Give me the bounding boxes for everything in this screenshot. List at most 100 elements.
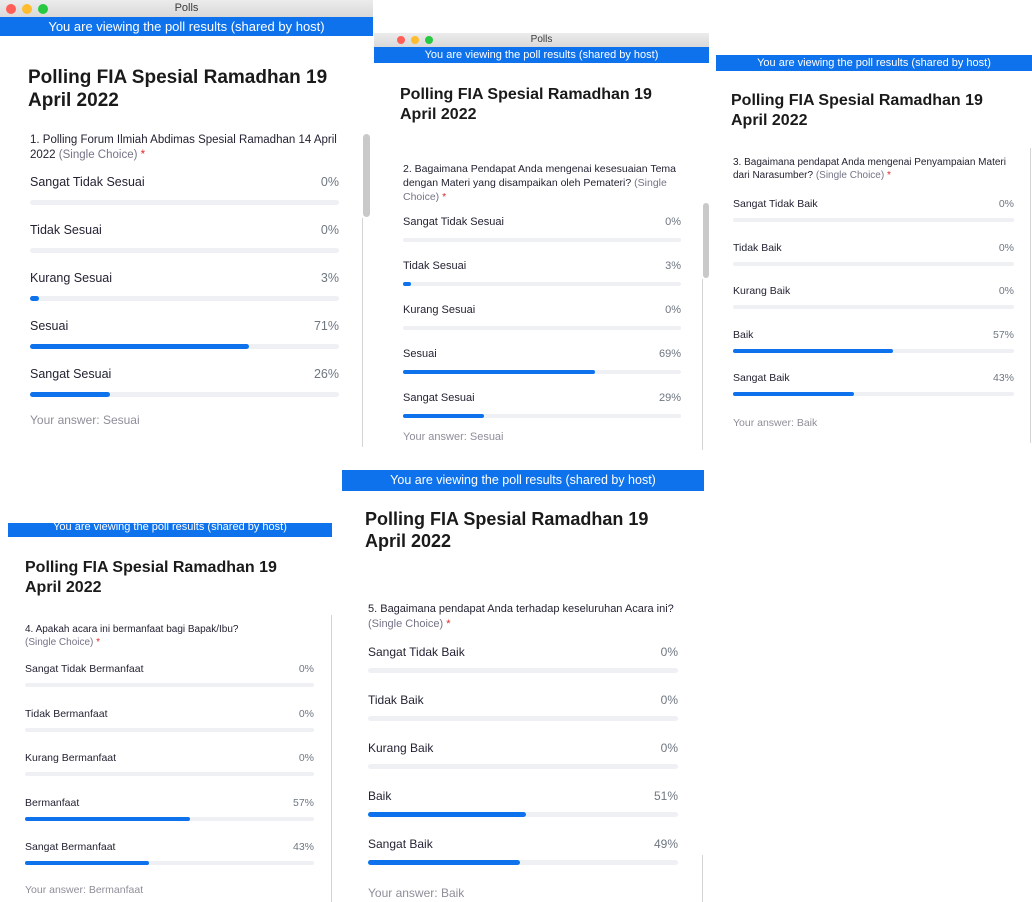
- result-bar-fill: [403, 282, 412, 286]
- question-text: 1. Polling Forum Ilmiah Abdimas Spesial …: [30, 134, 337, 162]
- result-bar-track: [25, 683, 314, 687]
- result-bar-fill: [368, 860, 520, 865]
- poll-option: Kurang Sesuai 3%: [30, 271, 339, 301]
- result-bar-track: [25, 816, 314, 821]
- poll-panel-3: You are viewing the poll results (shared…: [716, 53, 1032, 443]
- result-bar-track: [733, 392, 1014, 396]
- option-percent: 0%: [320, 223, 339, 237]
- close-light-icon[interactable]: [397, 36, 405, 44]
- result-bar-track: [368, 812, 678, 817]
- result-bar-fill: [25, 861, 150, 865]
- option-label: Kurang Sesuai: [30, 271, 113, 285]
- poll-panel-5: You are viewing the poll results (shared…: [342, 470, 704, 902]
- question-text: 3. Bagaimana pendapat Anda mengenai Peny…: [733, 157, 1006, 182]
- option-label: Tidak Baik: [733, 241, 782, 254]
- shared-results-banner: You are viewing the poll results (shared…: [8, 523, 332, 537]
- question-text: 4. Apakah acara ini bermanfaat bagi Bapa…: [25, 624, 239, 649]
- result-bar-track: [403, 326, 681, 330]
- poll-panel-2: Polls You are viewing the poll results (…: [374, 33, 709, 450]
- result-bar-track: [733, 218, 1014, 222]
- question-text: 5. Bagaimana pendapat Anda terhadap kese…: [368, 603, 674, 630]
- option-label: Tidak Sesuai: [30, 223, 102, 237]
- option-percent: 51%: [653, 789, 678, 803]
- close-light-icon[interactable]: [6, 3, 16, 14]
- your-answer: Your answer: Baik: [368, 886, 465, 900]
- shared-results-banner: You are viewing the poll results (shared…: [342, 470, 704, 491]
- option-percent: 0%: [298, 752, 314, 764]
- option-percent: 3%: [665, 260, 681, 272]
- option-percent: 0%: [665, 216, 681, 228]
- poll-option: Kurang Sesuai 0%: [403, 304, 681, 330]
- scroll-track-line: [702, 279, 703, 450]
- poll-option: Sangat Baik 43%: [733, 372, 1014, 396]
- poll-option: Tidak Baik 0%: [368, 693, 678, 721]
- option-percent: 0%: [998, 285, 1014, 297]
- result-bar-track: [733, 261, 1014, 266]
- poll-title: Polling FIA Spesial Ramadhan 19 April 20…: [28, 67, 328, 112]
- option-percent: 0%: [298, 707, 314, 720]
- zoom-light-icon[interactable]: [425, 36, 433, 44]
- option-percent: 0%: [660, 741, 678, 755]
- window-controls: [397, 36, 433, 44]
- option-percent: 0%: [665, 304, 681, 316]
- option-label: Baik: [368, 789, 392, 803]
- option-label: Sangat Tidak Baik: [733, 198, 818, 210]
- poll-panel-1: Polls You are viewing the poll results (…: [0, 0, 373, 447]
- window-title: Polls: [530, 34, 553, 45]
- result-bar-track: [25, 772, 314, 776]
- option-label: Kurang Sesuai: [403, 304, 476, 316]
- poll-option: Sangat Sesuai 29%: [403, 392, 681, 418]
- option-label: Sangat Tidak Baik: [368, 645, 465, 659]
- option-percent: 43%: [292, 841, 314, 853]
- scroll-track-line: [702, 855, 703, 902]
- result-bar-fill: [368, 812, 527, 817]
- option-percent: 57%: [992, 328, 1014, 341]
- poll-option: Kurang Baik 0%: [368, 741, 678, 769]
- poll-panel-4: You are viewing the poll results (shared…: [8, 523, 332, 902]
- result-bar-fill: [25, 816, 190, 821]
- minimize-light-icon[interactable]: [22, 3, 32, 14]
- poll-option: Baik 51%: [368, 789, 678, 817]
- poll-title: Polling FIA Spesial Ramadhan 19 April 20…: [731, 92, 983, 129]
- scrollbar-thumb[interactable]: [363, 134, 370, 217]
- option-label: Sesuai: [30, 319, 69, 333]
- option-label: Sangat Tidak Sesuai: [30, 175, 145, 189]
- result-bar-track: [30, 392, 339, 397]
- scrollbar-thumb[interactable]: [703, 203, 709, 278]
- option-percent: 29%: [658, 392, 681, 404]
- poll-option: Sangat Tidak Sesuai 0%: [403, 216, 681, 242]
- result-bar-fill: [733, 348, 894, 353]
- option-percent: 0%: [998, 198, 1014, 210]
- poll-option: Sangat Tidak Bermanfaat 0%: [25, 663, 314, 687]
- your-answer: Your answer: Bermanfaat: [25, 884, 144, 896]
- option-percent: 49%: [653, 837, 678, 851]
- result-bar-track: [733, 348, 1014, 353]
- shared-results-banner: You are viewing the poll results (shared…: [374, 47, 709, 63]
- poll-option: Sesuai 69%: [403, 348, 681, 374]
- your-answer: Your answer: Sesuai: [30, 413, 140, 427]
- window-title: Polls: [174, 2, 199, 14]
- minimize-light-icon[interactable]: [411, 36, 419, 44]
- option-label: Sangat Sesuai: [403, 392, 475, 404]
- window-titlebar: Polls: [374, 33, 709, 48]
- zoom-light-icon[interactable]: [38, 3, 48, 14]
- poll-option: Sangat Bermanfaat 43%: [25, 841, 314, 865]
- option-percent: 71%: [313, 319, 339, 333]
- option-label: Bermanfaat: [25, 796, 80, 809]
- result-bar-fill: [30, 392, 111, 397]
- result-bar-track: [30, 344, 339, 349]
- poll-option: Baik 57%: [733, 329, 1014, 353]
- poll-option: Tidak Baik 0%: [733, 242, 1014, 266]
- poll-option: Tidak Bermanfaat 0%: [25, 708, 314, 732]
- option-label: Sangat Sesuai: [30, 367, 112, 381]
- option-label: Tidak Bermanfaat: [25, 707, 108, 720]
- option-label: Tidak Baik: [368, 693, 424, 707]
- shared-results-banner: You are viewing the poll results (shared…: [716, 55, 1032, 71]
- poll-option: Kurang Bermanfaat 0%: [25, 752, 314, 776]
- poll-option: Bermanfaat 57%: [25, 797, 314, 821]
- result-bar-track: [25, 727, 314, 732]
- result-bar-track: [733, 305, 1014, 309]
- window-titlebar: Polls: [0, 0, 373, 18]
- option-percent: 69%: [658, 348, 681, 360]
- poll-option: Sesuai 71%: [30, 319, 339, 349]
